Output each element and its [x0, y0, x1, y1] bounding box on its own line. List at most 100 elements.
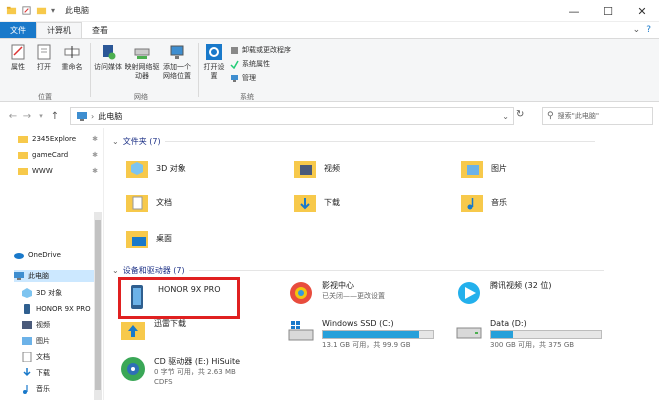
sidebar-item-label: 2345Explore	[32, 135, 77, 143]
properties-button[interactable]: 属性	[6, 43, 30, 72]
drive-usage-fill	[323, 331, 419, 338]
sidebar-item-www[interactable]: WWW ✱	[18, 165, 102, 177]
quick-access-toolbar: ▾	[0, 5, 55, 16]
system-group-label: 系统	[240, 93, 254, 101]
sidebar-item-documents[interactable]: 文档	[22, 351, 94, 363]
sidebar-item-label: 3D 对象	[36, 289, 63, 297]
minimize-button[interactable]: —	[557, 0, 591, 22]
devices-section-title: 设备和驱动器 (7)	[122, 266, 185, 275]
folder-app-icon	[6, 6, 17, 15]
search-input[interactable]: ⚲ 搜索"此电脑"	[542, 107, 653, 125]
pin-icon: ✱	[92, 135, 98, 143]
folder-videos[interactable]: 视频	[294, 156, 340, 180]
tab-file[interactable]: 文件	[0, 22, 36, 38]
computer-icon	[14, 272, 24, 280]
sidebar-item-onedrive[interactable]: OneDrive	[14, 249, 98, 261]
system-properties-button[interactable]: 系统属性	[230, 59, 270, 69]
download-folder-icon	[294, 195, 316, 212]
add-network-location-button[interactable]: 添加一个网络位置	[160, 43, 194, 81]
device-name: 影视中心	[322, 281, 354, 290]
device-subtitle: 已关闭——更改设置	[322, 292, 385, 300]
sidebar-item-honor[interactable]: HONOR 9X PRO	[22, 303, 94, 315]
collapse-chevron-icon[interactable]: ⌄	[112, 137, 119, 146]
folder-icon	[18, 168, 28, 175]
device-tencent-video[interactable]: 腾讯视频 (32 位)	[456, 280, 552, 306]
sidebar-item-downloads[interactable]: 下载	[22, 367, 94, 379]
drive-c[interactable]: Windows SSD (C:) 13.1 GB 可用，共 99.9 GB	[288, 318, 434, 350]
tab-view[interactable]: 查看	[82, 22, 118, 38]
drive-icon	[456, 327, 482, 339]
this-pc-icon	[77, 111, 87, 121]
sidebar-item-3d-objects[interactable]: 3D 对象	[22, 287, 94, 299]
help-icon[interactable]: ?	[646, 25, 651, 35]
access-media-label: 访问媒体	[94, 63, 122, 71]
windows-drive-icon	[288, 321, 314, 341]
folder-3d-objects[interactable]: 3D 对象	[126, 156, 186, 180]
manage-button[interactable]: 管理	[230, 73, 256, 83]
check-icon	[230, 60, 239, 69]
refresh-icon[interactable]: ↻	[516, 109, 530, 120]
network-drive-icon	[134, 48, 150, 59]
folder-icon	[18, 136, 28, 143]
sidebar-item-videos[interactable]: 视频	[22, 319, 94, 331]
open-button[interactable]: 打开	[32, 43, 56, 72]
sidebar-item-label: gameCard	[32, 151, 69, 159]
devices-section-header[interactable]: ⌄ 设备和驱动器 (7)	[112, 265, 604, 276]
sidebar-item-pictures[interactable]: 图片	[22, 335, 94, 347]
customize-qa-icon[interactable]: ▾	[51, 6, 55, 15]
device-xunlei[interactable]: 迅雷下载	[120, 318, 186, 344]
forward-icon[interactable]: →	[20, 111, 34, 122]
uninstall-button[interactable]: 卸载或更改程序	[230, 45, 291, 55]
sidebar-item-gamecard[interactable]: gameCard ✱	[18, 149, 102, 161]
folders-section-title: 文件夹 (7)	[122, 137, 161, 146]
rename-button[interactable]: 重命名	[58, 43, 86, 72]
sidebar-item-label: 文档	[36, 353, 50, 361]
folder-label: 3D 对象	[156, 163, 186, 173]
drive-e-hisuite[interactable]: CD 驱动器 (E:) HiSuite 0 字节 可用，共 2.63 MB CD…	[120, 356, 240, 387]
folder-music[interactable]: 音乐	[461, 190, 507, 214]
maximize-button[interactable]: ☐	[591, 0, 625, 22]
phone-icon	[24, 304, 30, 314]
download-icon	[23, 368, 31, 377]
device-media-center[interactable]: 影视中心 已关闭——更改设置	[288, 280, 385, 306]
map-drive-button[interactable]: 映射网络驱动器	[124, 43, 160, 81]
address-box[interactable]: › 此电脑 ⌄	[70, 107, 514, 125]
scrollbar-thumb[interactable]	[95, 220, 101, 390]
address-bar-row: ← → ▾ ↑ › 此电脑 ⌄ ↻ ⚲ 搜索"此电脑"	[0, 104, 659, 128]
breadcrumb-chevron-icon[interactable]: ›	[91, 112, 94, 121]
back-icon[interactable]: ←	[6, 111, 20, 122]
up-icon[interactable]: ↑	[48, 111, 62, 122]
close-button[interactable]: ✕	[625, 0, 659, 22]
folder-label: 桌面	[156, 233, 172, 243]
folders-section-header[interactable]: ⌄ 文件夹 (7)	[112, 136, 595, 147]
media-center-icon	[290, 282, 312, 304]
drive-name: CD 驱动器 (E:) HiSuite	[154, 357, 241, 366]
collapse-chevron-icon[interactable]: ⌄	[112, 266, 119, 275]
breadcrumb-this-pc[interactable]: 此电脑	[98, 111, 122, 122]
properties-icon[interactable]	[21, 5, 32, 16]
collapse-ribbon-icon[interactable]: ⌄	[633, 25, 641, 35]
section-divider	[188, 270, 604, 271]
recent-dropdown-icon[interactable]: ▾	[34, 112, 48, 120]
sidebar-item-2345explore[interactable]: 2345Explore ✱	[18, 133, 102, 145]
drive-d[interactable]: Data (D:) 300 GB 可用，共 375 GB	[456, 318, 602, 350]
open-settings-button[interactable]: 打开设置	[202, 43, 226, 81]
tab-computer[interactable]: 计算机	[36, 22, 82, 38]
new-folder-icon[interactable]	[36, 5, 47, 16]
folder-documents[interactable]: 文档	[126, 190, 172, 214]
folder-downloads[interactable]: 下载	[294, 190, 340, 214]
sidebar-item-label: 音乐	[36, 385, 50, 393]
search-icon: ⚲	[547, 111, 554, 121]
sidebar-item-music[interactable]: 音乐	[22, 383, 94, 395]
title-bar: ▾ 此电脑 — ☐ ✕	[0, 0, 659, 22]
folder-desktop[interactable]: 桌面	[126, 226, 172, 250]
video-folder-icon	[294, 161, 316, 178]
sidebar-scrollbar[interactable]	[94, 212, 102, 400]
access-media-button[interactable]: 访问媒体	[92, 43, 124, 72]
sidebar-item-this-pc[interactable]: 此电脑	[14, 270, 94, 282]
address-dropdown-icon[interactable]: ⌄	[502, 112, 509, 121]
rename-label: 重命名	[61, 63, 83, 71]
cube-folder-icon	[126, 161, 148, 178]
xunlei-icon	[121, 322, 145, 340]
folder-pictures[interactable]: 图片	[461, 156, 507, 180]
